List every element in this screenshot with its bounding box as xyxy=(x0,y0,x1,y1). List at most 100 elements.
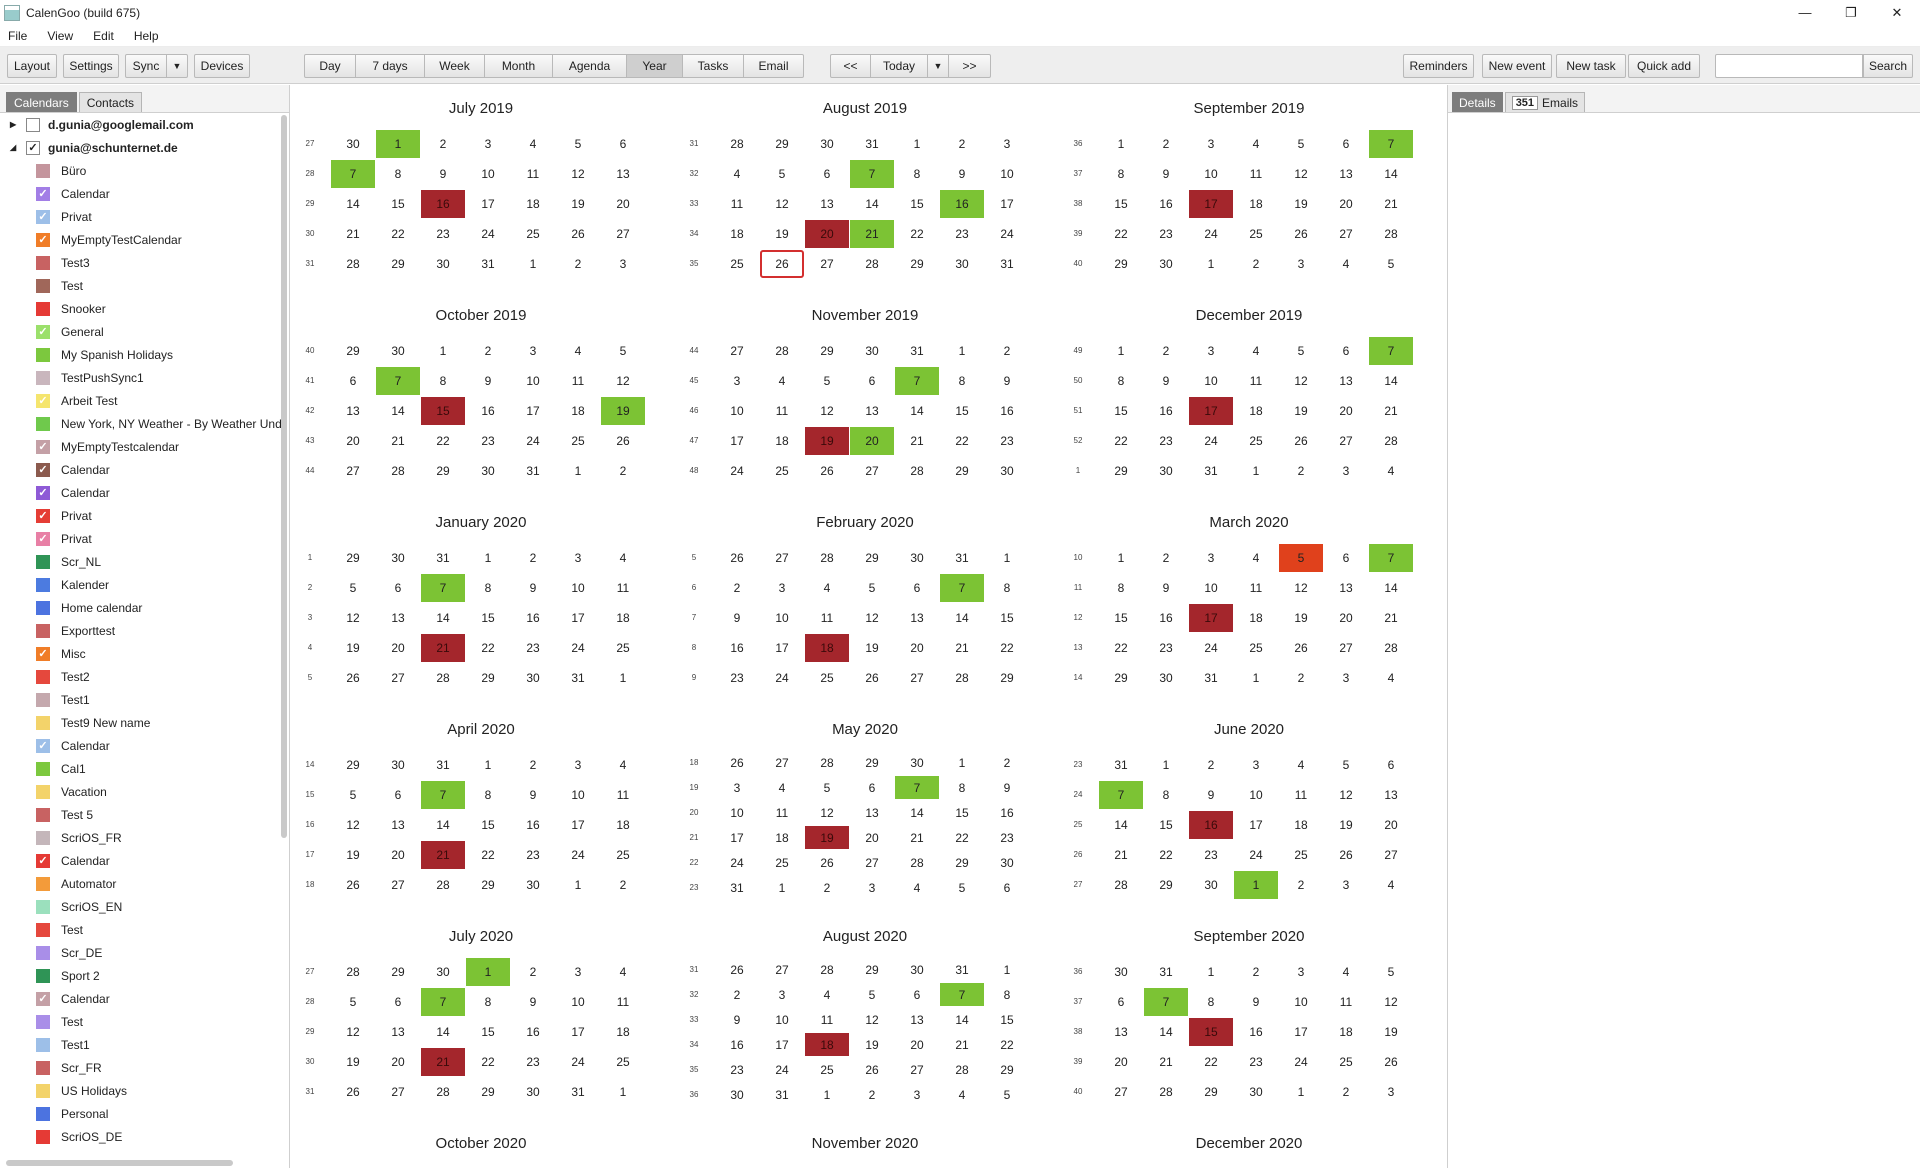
calendar-item[interactable]: Test xyxy=(0,918,289,941)
day-cell[interactable]: 20 xyxy=(1324,190,1368,218)
day-cell[interactable]: 26 xyxy=(1279,634,1323,662)
day-cell[interactable]: 30 xyxy=(376,751,420,779)
day-cell[interactable]: 26 xyxy=(715,958,759,981)
month-title[interactable]: June 2020 xyxy=(1064,721,1434,738)
calendar-checked-icon[interactable]: ✓ xyxy=(36,646,50,661)
day-cell[interactable]: 3 xyxy=(850,876,894,899)
day-cell[interactable]: 5 xyxy=(850,574,894,602)
day-cell[interactable]: 7 xyxy=(331,160,375,188)
day-cell[interactable]: 27 xyxy=(376,664,420,692)
day-cell[interactable]: 23 xyxy=(511,841,555,869)
day-cell[interactable]: 24 xyxy=(1279,1048,1323,1076)
day-cell[interactable]: 13 xyxy=(1324,367,1368,395)
day-cell[interactable]: 3 xyxy=(1324,457,1368,485)
day-cell[interactable]: 8 xyxy=(895,160,939,188)
day-cell[interactable]: 3 xyxy=(715,776,759,799)
day-cell[interactable]: 1 xyxy=(985,958,1029,981)
day-cell[interactable]: 28 xyxy=(421,1078,465,1106)
day-cell[interactable]: 2 xyxy=(1279,664,1323,692)
day-cell[interactable]: 20 xyxy=(805,220,849,248)
day-cell[interactable]: 2 xyxy=(601,871,645,899)
day-cell[interactable]: 29 xyxy=(1144,871,1188,899)
day-cell[interactable]: 9 xyxy=(1144,367,1188,395)
day-cell[interactable]: 1 xyxy=(511,250,555,278)
layout-button[interactable]: Layout xyxy=(7,54,57,78)
day-cell[interactable]: 2 xyxy=(511,544,555,572)
day-cell[interactable]: 19 xyxy=(1369,1018,1413,1046)
day-cell[interactable]: 22 xyxy=(985,1033,1029,1056)
day-cell[interactable]: 21 xyxy=(940,634,984,662)
day-cell[interactable]: 26 xyxy=(1279,427,1323,455)
day-cell[interactable]: 18 xyxy=(601,604,645,632)
day-cell[interactable]: 2 xyxy=(1279,871,1323,899)
day-cell[interactable]: 9 xyxy=(421,160,465,188)
day-cell[interactable]: 14 xyxy=(421,811,465,839)
day-cell[interactable]: 24 xyxy=(556,634,600,662)
day-cell[interactable]: 2 xyxy=(1234,250,1278,278)
day-cell[interactable]: 21 xyxy=(895,427,939,455)
day-cell[interactable]: 4 xyxy=(1324,958,1368,986)
day-cell[interactable]: 10 xyxy=(715,397,759,425)
day-cell[interactable]: 8 xyxy=(466,781,510,809)
day-cell[interactable]: 9 xyxy=(715,1008,759,1031)
day-cell[interactable]: 10 xyxy=(1189,160,1233,188)
day-cell[interactable]: 3 xyxy=(601,250,645,278)
day-cell[interactable]: 13 xyxy=(1099,1018,1143,1046)
day-cell[interactable]: 28 xyxy=(376,457,420,485)
day-cell[interactable]: 4 xyxy=(805,574,849,602)
day-cell[interactable]: 27 xyxy=(1099,1078,1143,1106)
day-cell[interactable]: 27 xyxy=(760,751,804,774)
day-cell[interactable]: 31 xyxy=(1189,664,1233,692)
day-cell[interactable]: 19 xyxy=(331,1048,375,1076)
month-title[interactable]: May 2020 xyxy=(680,721,1050,738)
day-cell[interactable]: 4 xyxy=(601,958,645,986)
day-cell[interactable]: 1 xyxy=(1234,457,1278,485)
day-cell[interactable]: 23 xyxy=(466,427,510,455)
calendar-color-swatch[interactable] xyxy=(36,876,50,891)
day-cell[interactable]: 11 xyxy=(1234,367,1278,395)
day-cell[interactable]: 10 xyxy=(1189,367,1233,395)
day-cell[interactable]: 21 xyxy=(1369,604,1413,632)
day-cell[interactable]: 27 xyxy=(715,337,759,365)
day-cell[interactable]: 11 xyxy=(805,604,849,632)
day-cell[interactable]: 31 xyxy=(466,250,510,278)
day-cell[interactable]: 16 xyxy=(1144,604,1188,632)
day-cell[interactable]: 26 xyxy=(1279,220,1323,248)
day-cell[interactable]: 28 xyxy=(1369,634,1413,662)
day-cell[interactable]: 28 xyxy=(1099,871,1143,899)
calendar-checked-icon[interactable]: ✓ xyxy=(36,853,50,868)
day-cell[interactable]: 20 xyxy=(376,1048,420,1076)
day-cell[interactable]: 2 xyxy=(511,751,555,779)
day-cell[interactable]: 25 xyxy=(1234,427,1278,455)
day-cell[interactable]: 21 xyxy=(421,1048,465,1076)
day-cell[interactable]: 17 xyxy=(715,427,759,455)
view-year-button[interactable]: Year xyxy=(626,54,683,78)
day-cell[interactable]: 23 xyxy=(1234,1048,1278,1076)
day-cell[interactable]: 26 xyxy=(805,457,849,485)
day-cell[interactable]: 31 xyxy=(985,250,1029,278)
day-cell[interactable]: 14 xyxy=(895,801,939,824)
calendar-item[interactable]: ✓ Privat xyxy=(0,504,289,527)
day-cell[interactable]: 6 xyxy=(895,574,939,602)
day-cell[interactable]: 5 xyxy=(331,988,375,1016)
day-cell[interactable]: 19 xyxy=(760,220,804,248)
day-cell[interactable]: 17 xyxy=(1189,604,1233,632)
calendar-item[interactable]: Test xyxy=(0,274,289,297)
day-cell[interactable]: 9 xyxy=(985,367,1029,395)
day-cell[interactable]: 16 xyxy=(421,190,465,218)
day-cell[interactable]: 17 xyxy=(715,826,759,849)
collapsed-triangle-icon[interactable]: ▶ xyxy=(10,120,20,129)
day-cell[interactable]: 18 xyxy=(1234,190,1278,218)
calendar-item[interactable]: ✓ Arbeit Test xyxy=(0,389,289,412)
view-week-button[interactable]: Week xyxy=(424,54,485,78)
view-month-button[interactable]: Month xyxy=(484,54,553,78)
day-cell[interactable]: 28 xyxy=(940,664,984,692)
day-cell[interactable]: 6 xyxy=(376,574,420,602)
day-cell[interactable]: 27 xyxy=(895,1058,939,1081)
day-cell[interactable]: 15 xyxy=(985,1008,1029,1031)
day-cell[interactable]: 2 xyxy=(466,337,510,365)
day-cell[interactable]: 1 xyxy=(376,130,420,158)
day-cell[interactable]: 13 xyxy=(376,1018,420,1046)
day-cell[interactable]: 29 xyxy=(331,751,375,779)
day-cell[interactable]: 28 xyxy=(331,958,375,986)
